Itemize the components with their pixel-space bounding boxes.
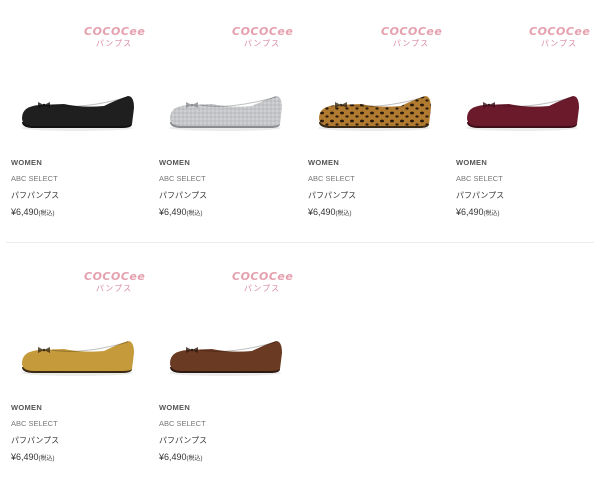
product-meta: WOMEN ABC SELECT パフパンプス ¥6,490(税込) [308,158,443,219]
product-brand[interactable]: ABC SELECT [308,174,443,184]
product-gender: WOMEN [308,158,340,167]
product-meta: WOMEN ABC SELECT パフパンプス ¥6,490(税込) [159,403,294,464]
logo-text: COCOCee [84,270,146,283]
product-price-row: ¥6,490(税込) [456,207,591,219]
product-price: ¥6,490 [308,207,336,217]
product-brand[interactable]: ABC SELECT [456,174,591,184]
logo-subtext: パンプス [95,284,133,293]
product-gender: WOMEN [159,158,191,167]
product-card[interactable]: COCOCee パンプス WOMEN ABC SELECT パフパンプス ¥6,… [148,245,296,480]
product-name[interactable]: パフパンプス [456,190,591,200]
cococee-logo: COCOCee パンプス [529,25,591,52]
product-price: ¥6,490 [456,207,484,217]
logo-subtext: パンプス [243,39,281,48]
tax-label: (税込) [186,456,203,462]
row-divider [6,242,594,243]
product-card[interactable]: COCOCee パンプス WOMEN ABC SELECT パフパンプス ¥6,… [148,0,296,235]
tax-label: (税込) [186,211,203,217]
shoe-image[interactable] [160,323,290,393]
product-grid: COCOCee パンプス WOMEN ABC SELECT パフパンプス ¥6,… [0,0,600,462]
logo-text: COCOCee [381,25,443,38]
product-card[interactable]: COCOCee パンプス WOMEN ABC SELECT パフパンプス ¥6,… [297,0,445,235]
product-name[interactable]: パフパンプス [11,435,146,445]
product-brand[interactable]: ABC SELECT [159,174,294,184]
product-gender: WOMEN [159,403,191,412]
product-brand[interactable]: ABC SELECT [11,419,146,429]
tax-label: (税込) [483,211,500,217]
cococee-logo: COCOCee パンプス [381,25,443,52]
product-price: ¥6,490 [159,207,187,217]
cococee-logo: COCOCee パンプス [84,270,146,297]
product-name[interactable]: パフパンプス [159,190,294,200]
product-card[interactable]: COCOCee パンプス WOMEN ABC SELECT パフパンプス ¥6,… [0,0,148,235]
cococee-logo: COCOCee パンプス [232,25,294,52]
product-brand[interactable]: ABC SELECT [11,174,146,184]
logo-text: COCOCee [84,25,146,38]
product-meta: WOMEN ABC SELECT パフパンプス ¥6,490(税込) [456,158,591,219]
product-price-row: ¥6,490(税込) [308,207,443,219]
logo-subtext: パンプス [95,39,133,48]
shoe-image[interactable] [12,78,142,148]
logo-text: COCOCee [232,270,294,283]
shoe-image[interactable] [457,78,587,148]
logo-text: COCOCee [232,25,294,38]
product-gender: WOMEN [456,158,488,167]
product-card[interactable]: COCOCee パンプス WOMEN ABC SELECT パフパンプス ¥6,… [445,0,593,235]
logo-subtext: パンプス [540,39,578,48]
logo-subtext: パンプス [392,39,430,48]
tax-label: (税込) [38,456,55,462]
shoe-image[interactable] [12,323,142,393]
cococee-logo: COCOCee パンプス [232,270,294,297]
product-meta: WOMEN ABC SELECT パフパンプス ¥6,490(税込) [11,403,146,464]
shoe-image[interactable] [309,78,439,148]
cococee-logo: COCOCee パンプス [84,25,146,52]
shoe-image[interactable] [160,78,290,148]
product-gender: WOMEN [11,158,43,167]
product-name[interactable]: パフパンプス [159,435,294,445]
product-price-row: ¥6,490(税込) [159,452,294,464]
product-brand[interactable]: ABC SELECT [159,419,294,429]
product-card[interactable]: COCOCee パンプス WOMEN ABC SELECT パフパンプス ¥6,… [0,245,148,480]
product-price-row: ¥6,490(税込) [11,452,146,464]
product-price-row: ¥6,490(税込) [159,207,294,219]
logo-subtext: パンプス [243,284,281,293]
tax-label: (税込) [38,211,55,217]
product-price: ¥6,490 [11,207,39,217]
product-name[interactable]: パフパンプス [11,190,146,200]
product-gender: WOMEN [11,403,43,412]
tax-label: (税込) [335,211,352,217]
product-meta: WOMEN ABC SELECT パフパンプス ¥6,490(税込) [159,158,294,219]
product-meta: WOMEN ABC SELECT パフパンプス ¥6,490(税込) [11,158,146,219]
logo-text: COCOCee [529,25,591,38]
product-price-row: ¥6,490(税込) [11,207,146,219]
product-name[interactable]: パフパンプス [308,190,443,200]
